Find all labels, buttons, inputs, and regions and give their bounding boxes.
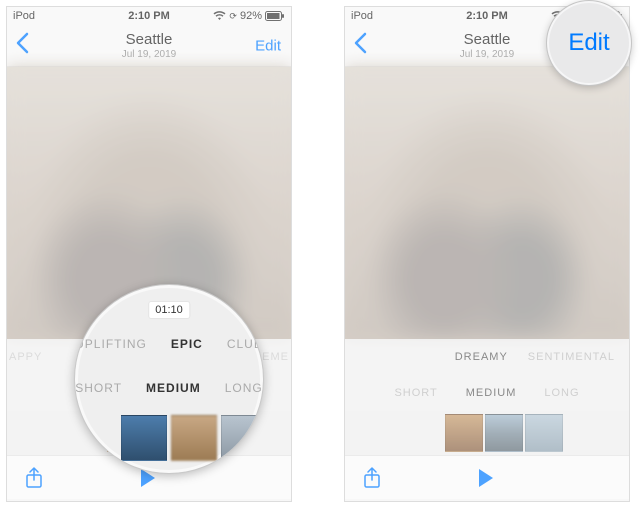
mood-option-uplifting[interactable]: UPLIFTING: [75, 337, 147, 351]
mood-option-epic[interactable]: EPIC: [171, 337, 203, 351]
back-button[interactable]: [15, 32, 29, 60]
nav-bar: Seattle Jul 19, 2019 Edit: [7, 25, 291, 67]
memory-photo[interactable]: [345, 67, 629, 339]
mood-option-sentimental[interactable]: SENTIMENTAL: [528, 351, 615, 363]
duration-option-short[interactable]: SHORT: [394, 387, 437, 399]
duration-option-long[interactable]: LONG: [544, 387, 579, 399]
status-bar: iPod 2:10 PM ⟳ 92%: [7, 7, 291, 25]
duration-badge: 01:10: [148, 301, 190, 319]
magnified-thumbnails: [121, 415, 264, 461]
back-button[interactable]: [353, 32, 367, 60]
mood-edge-left[interactable]: APPY: [9, 351, 42, 363]
duration-option-medium[interactable]: MEDIUM: [146, 381, 201, 395]
duration-option-long[interactable]: LONG: [225, 381, 263, 395]
thumbnail[interactable]: [221, 415, 264, 461]
magnifier-right: Edit: [546, 0, 632, 86]
edit-button[interactable]: Edit: [255, 37, 281, 54]
share-icon[interactable]: [363, 467, 381, 489]
thumbnail[interactable]: [525, 414, 563, 452]
thumbnail-strip[interactable]: [345, 411, 629, 455]
mood-option-club[interactable]: CLUB: [227, 337, 263, 351]
duration-selector-row[interactable]: SHORT MEDIUM LONG: [345, 375, 629, 411]
status-time: 2:10 PM: [7, 10, 291, 22]
thumbnail[interactable]: [485, 414, 523, 452]
thumbnail[interactable]: [121, 415, 167, 461]
page-subtitle: Jul 19, 2019: [460, 49, 515, 60]
duration-option-short[interactable]: SHORT: [75, 381, 122, 395]
page-title: Seattle: [122, 31, 177, 48]
duration-row-magnified: SHORT MEDIUM LONG: [75, 381, 263, 395]
share-icon[interactable]: [25, 467, 43, 489]
mood-option-dreamy[interactable]: DREAMY: [455, 351, 508, 363]
thumbnail[interactable]: [171, 415, 217, 461]
duration-option-medium[interactable]: MEDIUM: [466, 387, 517, 399]
page-subtitle: Jul 19, 2019: [122, 49, 177, 60]
mood-selector-row[interactable]: DREAMY SENTIMENTAL: [345, 339, 629, 375]
play-icon[interactable]: [477, 468, 495, 488]
bottom-toolbar: [345, 455, 629, 499]
edit-button-magnified[interactable]: Edit: [568, 29, 609, 57]
magnifier-left: 01:10 UPLIFTING EPIC CLUB SHORT MEDIUM L…: [74, 284, 264, 474]
page-title: Seattle: [460, 31, 515, 48]
mood-row-magnified: UPLIFTING EPIC CLUB: [75, 337, 263, 351]
thumbnail[interactable]: [445, 414, 483, 452]
